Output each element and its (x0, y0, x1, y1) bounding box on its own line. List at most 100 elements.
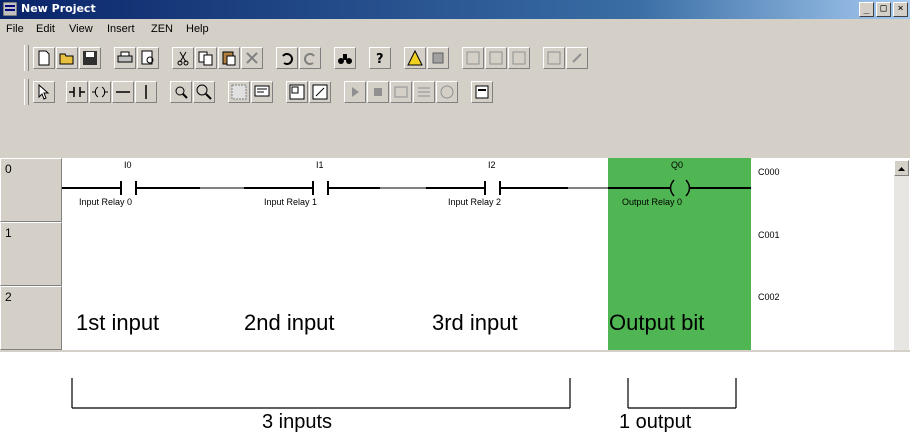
comment-icon (254, 85, 270, 97)
zoom-out-icon (196, 84, 212, 100)
select-button[interactable] (33, 81, 55, 103)
toolbar-grip[interactable] (24, 79, 29, 105)
paste-button[interactable] (218, 47, 240, 69)
paste-icon (222, 51, 236, 66)
io-monitor-button[interactable] (413, 81, 435, 103)
delete-button[interactable] (241, 47, 263, 69)
copy-button[interactable] (195, 47, 217, 69)
vertical-line-icon (145, 85, 147, 99)
new-button[interactable] (33, 47, 55, 69)
transfer-button[interactable] (427, 47, 449, 69)
cut-icon (177, 51, 189, 66)
find-button[interactable] (334, 47, 356, 69)
window-title: New Project (21, 2, 96, 15)
contact-address: I2 (488, 160, 496, 170)
help-button[interactable]: ? (369, 47, 391, 69)
minimize-button[interactable]: _ (859, 2, 874, 17)
tool-button-b[interactable] (485, 47, 507, 69)
line-address: C001 (758, 230, 780, 240)
rung-number[interactable]: 1 (0, 222, 62, 286)
main-toolbar: ? (0, 42, 910, 74)
print-preview-icon (141, 50, 154, 65)
horizontal-line-icon (116, 91, 130, 93)
save-button[interactable] (79, 47, 101, 69)
clock-icon (440, 85, 454, 99)
menu-bar: File Edit View Insert ZEN Help (0, 19, 910, 39)
overlay-label-3rd-input: 3rd input (432, 310, 518, 335)
window-icon (394, 86, 408, 98)
zoom-out-button[interactable] (193, 81, 215, 103)
contact-address: I0 (124, 160, 132, 170)
tool-button-e[interactable] (566, 47, 588, 69)
monitor-icon (289, 84, 305, 100)
save-icon (83, 51, 97, 65)
restore-button[interactable]: □ (876, 2, 891, 17)
warning-icon (407, 50, 423, 66)
comment-button[interactable] (251, 81, 273, 103)
contact-label: Input Relay 0 (79, 197, 133, 207)
outputs-bracket (627, 378, 737, 409)
menu-zen[interactable]: ZEN (151, 23, 173, 35)
properties-button[interactable] (471, 81, 493, 103)
app-icon (3, 2, 17, 16)
grid-icon (231, 84, 247, 100)
scroll-up-button[interactable] (894, 160, 909, 176)
edit-mode-button[interactable] (309, 81, 331, 103)
rung-number[interactable]: 2 (0, 286, 62, 350)
tool-button-d[interactable] (543, 47, 565, 69)
output-annotation: 1 output (619, 411, 692, 433)
overlay-label-2nd-input: 2nd input (244, 310, 335, 335)
coil-button[interactable] (89, 81, 111, 103)
grid-icon (489, 51, 503, 65)
menu-help[interactable]: Help (186, 23, 209, 35)
pointer-icon (38, 84, 50, 100)
run-button[interactable] (344, 81, 366, 103)
coil-address: Q0 (671, 160, 684, 170)
menu-edit[interactable]: Edit (36, 23, 55, 35)
contact-address: I1 (316, 160, 324, 170)
simulate-button[interactable] (390, 81, 412, 103)
menu-view[interactable]: View (69, 23, 93, 35)
new-file-icon (38, 50, 50, 66)
undo-button[interactable] (276, 47, 298, 69)
horizontal-line-button[interactable] (112, 81, 134, 103)
overlay-label-output-bit: Output bit (609, 310, 705, 335)
contact-icon (69, 87, 85, 97)
contact-i1-symbol (312, 181, 329, 195)
menu-file[interactable]: File (6, 23, 24, 35)
redo-button[interactable] (299, 47, 321, 69)
monitor-button[interactable] (286, 81, 308, 103)
pin-icon (572, 53, 582, 63)
delete-icon (246, 52, 258, 64)
menu-insert[interactable]: Insert (107, 23, 135, 35)
edit-icon (312, 84, 328, 100)
contact-button[interactable] (66, 81, 88, 103)
grid-toggle-button[interactable] (228, 81, 250, 103)
timer-button[interactable] (436, 81, 458, 103)
close-button[interactable]: × (893, 2, 908, 17)
coil-label: Output Relay 0 (622, 197, 683, 207)
play-icon (352, 87, 359, 97)
properties-icon (475, 85, 489, 99)
check-program-button[interactable] (404, 47, 426, 69)
contact-label: Input Relay 2 (448, 197, 502, 207)
tool-button-c[interactable] (508, 47, 530, 69)
zoom-in-button[interactable] (170, 81, 192, 103)
print-preview-button[interactable] (137, 47, 159, 69)
help-icon: ? (376, 52, 384, 66)
print-button[interactable] (114, 47, 136, 69)
contact-i0-symbol (120, 181, 137, 195)
overlay-label-1st-input: 1st input (76, 310, 160, 335)
cut-button[interactable] (172, 47, 194, 69)
grid-icon (547, 51, 561, 65)
annotation-brackets (71, 378, 737, 409)
stop-button[interactable] (367, 81, 389, 103)
vertical-scrollbar[interactable] (894, 176, 909, 350)
open-button[interactable] (56, 47, 78, 69)
transfer-icon (432, 52, 444, 64)
toolbar-grip[interactable] (24, 45, 29, 71)
svg-text:?: ? (376, 52, 384, 66)
coil-icon (92, 86, 108, 98)
tool-button-a[interactable] (462, 47, 484, 69)
vertical-line-button[interactable] (135, 81, 157, 103)
